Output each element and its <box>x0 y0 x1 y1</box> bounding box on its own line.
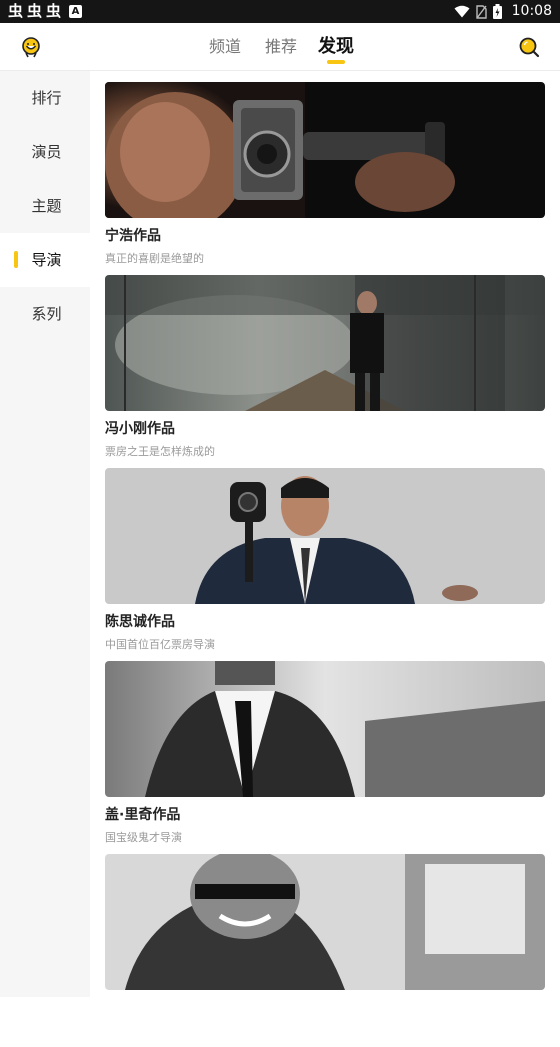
director-card-title: 宁浩作品 <box>105 228 161 244</box>
sidebar-item-label: 主题 <box>31 197 62 215</box>
director-card[interactable]: 盖·里奇作品 国宝级鬼才导演 <box>105 661 545 854</box>
director-card[interactable]: 冯小刚作品 票房之王是怎样炼成的 <box>105 275 545 468</box>
director-card[interactable]: 陈思诚作品 中国首位百亿票房导演 <box>105 468 545 661</box>
director-card-image <box>105 854 545 990</box>
app-notification-icon: 虫 <box>27 2 43 20</box>
director-card-title: 陈思诚作品 <box>105 614 175 630</box>
category-sidebar: 排行 演员 主题 导演 系列 <box>0 71 90 997</box>
wifi-icon <box>454 5 470 18</box>
director-card-image <box>105 661 545 797</box>
director-card-subtitle: 中国首位百亿票房导演 <box>105 638 215 651</box>
search-icon <box>519 37 540 58</box>
active-item-indicator <box>14 251 18 268</box>
logo-button[interactable] <box>20 36 42 58</box>
active-tab-indicator <box>327 60 345 64</box>
logo-icon <box>22 37 40 58</box>
sidebar-item-ranking[interactable]: 排行 <box>0 71 90 125</box>
director-card-image <box>105 82 545 218</box>
tab-discover[interactable]: 发现 <box>318 23 354 70</box>
tab-recommend-label: 推荐 <box>265 37 298 56</box>
sidebar-item-actors[interactable]: 演员 <box>0 125 90 179</box>
sidebar-item-series[interactable]: 系列 <box>0 287 90 341</box>
sidebar-item-label: 系列 <box>31 305 62 323</box>
app-notification-icon: 虫 <box>46 2 62 20</box>
director-card[interactable] <box>105 854 545 1047</box>
director-card-image <box>105 275 545 411</box>
sidebar-item-themes[interactable]: 主题 <box>0 179 90 233</box>
top-navigation: 频道 推荐 发现 <box>0 23 560 71</box>
director-card-subtitle: 国宝级鬼才导演 <box>105 831 182 844</box>
tab-channels[interactable]: 频道 <box>209 23 241 70</box>
app-notification-icon: 虫 <box>8 2 24 20</box>
status-bar: 虫 虫 虫 A 10:08 <box>0 0 560 23</box>
status-bar-left: 虫 虫 虫 A <box>8 2 83 21</box>
tab-recommend[interactable]: 推荐 <box>265 23 297 70</box>
director-card-image <box>105 468 545 604</box>
battery-icon <box>492 4 502 19</box>
sidebar-item-label: 排行 <box>31 89 62 107</box>
director-card-title: 冯小刚作品 <box>105 421 175 437</box>
director-card[interactable]: 宁浩作品 真正的喜剧是绝望的 <box>105 82 545 275</box>
sidebar-item-label: 导演 <box>31 251 62 269</box>
tab-discover-label: 发现 <box>318 36 354 57</box>
director-card-subtitle: 真正的喜剧是绝望的 <box>105 252 204 265</box>
director-card-title: 盖·里奇作品 <box>105 807 181 823</box>
tab-channels-label: 频道 <box>209 37 242 56</box>
status-time: 10:08 <box>511 3 552 19</box>
sidebar-item-directors[interactable]: 导演 <box>0 233 90 287</box>
director-card-subtitle: 票房之王是怎样炼成的 <box>105 445 215 458</box>
no-sim-icon <box>475 4 487 19</box>
a-badge-icon: A <box>69 5 83 18</box>
sidebar-item-label: 演员 <box>31 143 62 161</box>
status-bar-right: 10:08 <box>454 2 552 21</box>
director-list: 宁浩作品 真正的喜剧是绝望的 冯小刚作品 票房之王是怎样炼成的 陈思诚作品 中国… <box>105 82 545 1047</box>
search-button[interactable] <box>518 36 540 58</box>
